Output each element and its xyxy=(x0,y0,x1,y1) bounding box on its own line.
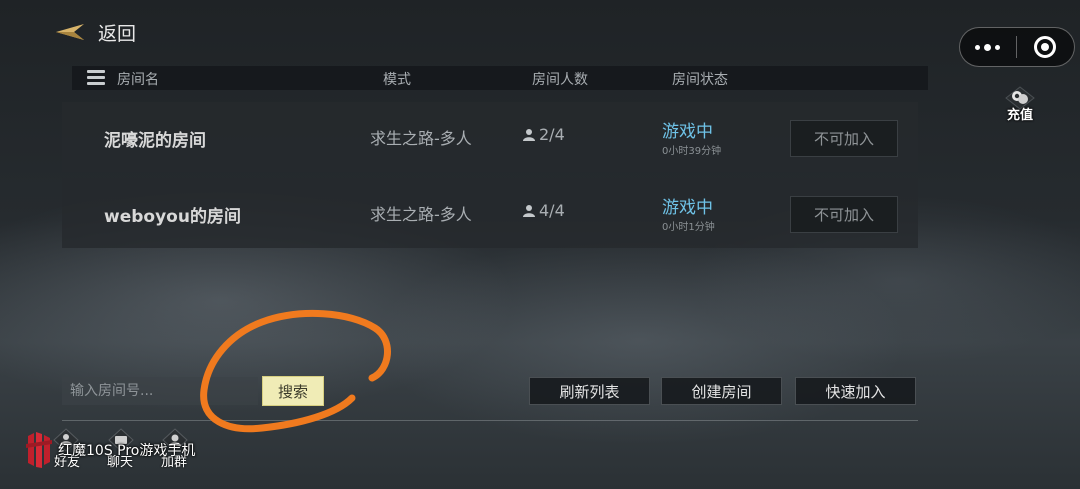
recharge-label: 充值 xyxy=(1006,108,1033,123)
column-players: 房间人数 xyxy=(532,72,588,88)
recharge-button[interactable]: 充值 xyxy=(1000,86,1040,128)
room-players-count: 4/4 xyxy=(539,201,565,220)
back-button[interactable]: 返回 xyxy=(54,18,136,46)
room-elapsed-time: 0小时1分钟 xyxy=(662,222,715,233)
column-mode: 模式 xyxy=(383,72,411,88)
room-name: weboyou的房间 xyxy=(104,207,241,227)
back-label: 返回 xyxy=(98,22,137,45)
room-players-count: 2/4 xyxy=(539,125,565,144)
person-icon xyxy=(523,204,535,217)
room-mode: 求生之路-多人 xyxy=(370,205,472,224)
column-status: 房间状态 xyxy=(672,72,728,88)
more-options-button[interactable] xyxy=(960,28,1016,66)
device-watermark: 红魔10S Pro游戏手机 xyxy=(58,443,196,459)
room-status: 游戏中 xyxy=(662,198,713,218)
room-name: 泥嚎泥的房间 xyxy=(104,131,206,151)
person-icon xyxy=(523,128,535,141)
close-target-icon xyxy=(1034,36,1057,58)
miniprogram-capsule xyxy=(959,27,1075,67)
bottom-divider xyxy=(62,420,918,421)
menu-icon[interactable] xyxy=(87,70,105,85)
red-magic-logo-icon xyxy=(26,432,52,468)
room-players: 2/4 xyxy=(522,125,565,144)
close-miniprogram-button[interactable] xyxy=(1017,28,1075,66)
join-button[interactable]: 不可加入 xyxy=(790,196,898,233)
room-elapsed-time: 0小时39分钟 xyxy=(662,146,722,157)
quick-join-button[interactable]: 快速加入 xyxy=(795,377,916,405)
top-bar: 返回 xyxy=(0,0,1080,62)
join-button[interactable]: 不可加入 xyxy=(790,120,898,157)
room-mode: 求生之路-多人 xyxy=(370,129,472,148)
room-row[interactable]: 泥嚎泥的房间 求生之路-多人 2/4 游戏中 0小时39分钟 不可加入 xyxy=(62,102,918,172)
room-players: 4/4 xyxy=(522,201,565,220)
search-button[interactable]: 搜索 xyxy=(262,376,324,406)
refresh-list-button[interactable]: 刷新列表 xyxy=(529,377,650,405)
column-name: 房间名 xyxy=(117,72,159,88)
room-row[interactable]: weboyou的房间 求生之路-多人 4/4 游戏中 0小时1分钟 不可加入 xyxy=(62,178,918,248)
back-arrow-icon xyxy=(56,24,84,40)
create-room-button[interactable]: 创建房间 xyxy=(661,377,782,405)
room-table-header: 房间名 模式 房间人数 房间状态 xyxy=(72,66,928,90)
room-number-input[interactable] xyxy=(62,377,258,405)
room-status: 游戏中 xyxy=(662,122,713,142)
